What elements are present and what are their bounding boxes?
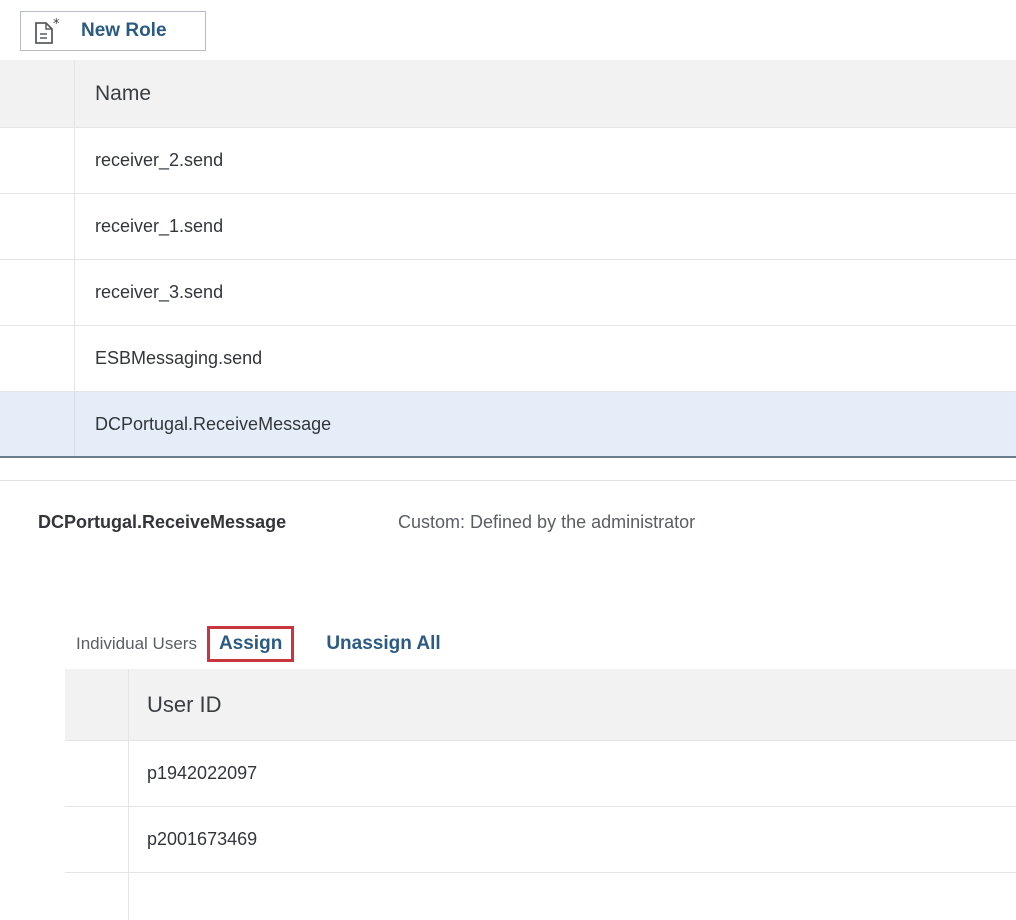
- table-row[interactable]: ESBMessaging.send: [0, 326, 1016, 392]
- user-id: p1942022097: [147, 763, 258, 783]
- unassign-all-button[interactable]: Unassign All: [326, 633, 440, 655]
- page: * New Role Name receiver_2.send receiver…: [0, 0, 1016, 920]
- row-selector[interactable]: [0, 194, 75, 259]
- select-all-cell[interactable]: [0, 60, 75, 127]
- role-details-title: DCPortugal.ReceiveMessage: [38, 512, 287, 532]
- row-selector[interactable]: [0, 128, 75, 193]
- roles-table-header: Name: [0, 60, 1016, 128]
- table-row-selected[interactable]: DCPortugal.ReceiveMessage: [0, 392, 1016, 458]
- new-role-label: New Role: [81, 20, 167, 41]
- role-name: ESBMessaging.send: [95, 348, 263, 368]
- role-name: receiver_2.send: [95, 150, 224, 170]
- users-table-header: User ID: [65, 669, 1016, 741]
- table-row[interactable]: receiver_3.send: [0, 260, 1016, 326]
- roles-table: Name receiver_2.send receiver_1.send rec…: [0, 60, 1016, 458]
- role-details-panel: DCPortugal.ReceiveMessage Custom: Define…: [0, 480, 1016, 920]
- individual-users-label: Individual Users: [76, 634, 197, 653]
- users-table: User ID p1942022097 p2001673469: [65, 669, 1016, 920]
- row-selector[interactable]: [0, 260, 75, 325]
- row-selector[interactable]: [0, 392, 75, 456]
- table-row-empty: [65, 873, 1016, 920]
- row-selector: [65, 873, 129, 920]
- row-selector[interactable]: [65, 807, 129, 872]
- table-row[interactable]: p1942022097: [65, 741, 1016, 807]
- row-selector[interactable]: [0, 326, 75, 391]
- users-toolbar: Individual Users Assign Unassign All: [76, 626, 441, 662]
- select-all-cell[interactable]: [65, 669, 129, 740]
- new-role-button[interactable]: * New Role: [20, 11, 206, 51]
- user-id: p2001673469: [147, 829, 258, 849]
- column-header-name[interactable]: Name: [95, 60, 151, 127]
- column-header-user-id[interactable]: User ID: [147, 669, 222, 740]
- assign-button[interactable]: Assign: [206, 626, 295, 662]
- row-selector[interactable]: [65, 741, 129, 806]
- new-document-icon: *: [33, 17, 63, 45]
- table-row[interactable]: receiver_1.send: [0, 194, 1016, 260]
- role-name: receiver_1.send: [95, 216, 224, 236]
- table-row[interactable]: receiver_2.send: [0, 128, 1016, 194]
- svg-text:*: *: [53, 17, 60, 32]
- role-details-description: Custom: Defined by the administrator: [398, 512, 696, 532]
- role-name: DCPortugal.ReceiveMessage: [95, 413, 332, 434]
- table-row[interactable]: p2001673469: [65, 807, 1016, 873]
- role-name: receiver_3.send: [95, 282, 224, 302]
